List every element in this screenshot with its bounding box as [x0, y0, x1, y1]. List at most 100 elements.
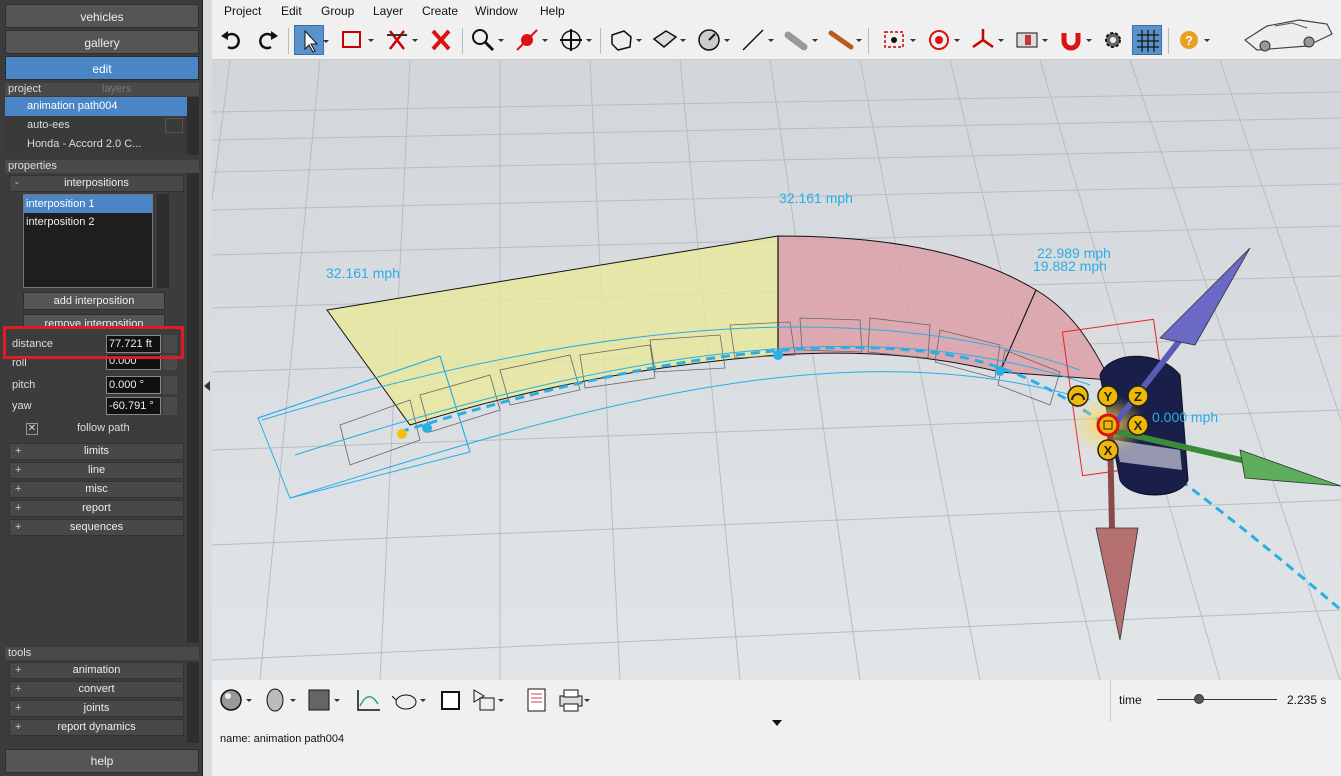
help-button[interactable]: help [5, 749, 199, 773]
undo-icon[interactable] [217, 25, 247, 55]
project-item[interactable]: animation path004 [5, 97, 199, 116]
shading-sphere-icon[interactable] [218, 686, 252, 714]
viewport-icon[interactable] [1012, 25, 1048, 55]
group-limits[interactable]: + limits [9, 443, 184, 460]
project-item[interactable]: auto-ees [5, 116, 199, 135]
tab-project[interactable]: project [8, 83, 102, 96]
3d-viewport[interactable]: Y Z X X 32.161 mph 32.161 mph 22.989 mph… [212, 60, 1341, 680]
gallery-button[interactable]: gallery [5, 30, 199, 54]
pitch-spinner[interactable] [163, 376, 177, 394]
target-icon[interactable] [924, 25, 960, 55]
play-sequence-icon[interactable] [470, 686, 504, 714]
menu-project[interactable]: Project [224, 4, 261, 18]
head-model-icon[interactable] [262, 686, 296, 714]
help-question-icon[interactable]: ? [1174, 25, 1210, 55]
yaw-field[interactable]: -60.791 ° [106, 397, 161, 415]
properties-scrollbar[interactable] [187, 173, 199, 643]
menu-create[interactable]: Create [422, 4, 458, 18]
tool-convert[interactable]: + convert [9, 681, 184, 698]
tab-layers[interactable]: layers [102, 83, 196, 96]
project-scrollbar[interactable] [187, 97, 199, 155]
move-icon[interactable] [556, 25, 592, 55]
menu-layer[interactable]: Layer [373, 4, 403, 18]
menu-window[interactable]: Window [475, 4, 518, 18]
settings-gear-icon[interactable] [1098, 25, 1128, 55]
gizmo-rotate-handle[interactable] [1067, 385, 1089, 407]
follow-path-checkbox[interactable]: ✕ [26, 423, 38, 435]
time-slider-thumb[interactable] [1194, 694, 1204, 704]
list-item[interactable]: interposition 1 [24, 195, 152, 213]
report-document-icon[interactable] [522, 686, 552, 714]
project-item[interactable]: Honda - Accord 2.0 C... [5, 135, 199, 154]
line-icon[interactable] [738, 25, 774, 55]
list-item[interactable]: interposition 2 [24, 213, 152, 231]
path-node[interactable] [773, 350, 783, 360]
cube-icon[interactable] [606, 25, 642, 55]
menu-edit[interactable]: Edit [281, 4, 302, 18]
zoom-icon[interactable] [468, 25, 504, 55]
yaw-spinner[interactable] [163, 397, 177, 415]
path-node[interactable] [422, 423, 432, 433]
graph-icon[interactable] [354, 686, 384, 714]
interposition-scrollbar[interactable] [157, 194, 169, 288]
logo-car-sketch [1237, 2, 1337, 60]
tools-scrollbar[interactable] [187, 662, 199, 743]
delete-icon[interactable] [426, 25, 456, 55]
group-label: limits [83, 445, 110, 457]
tool-label: report dynamics [57, 721, 136, 733]
magnet-icon[interactable] [1056, 25, 1092, 55]
collapse-icon: - [15, 177, 19, 189]
path-start-point[interactable] [397, 429, 407, 439]
menu-group[interactable]: Group [321, 4, 354, 18]
gauge-icon[interactable] [694, 25, 730, 55]
speed-label: 0.000 mph [1152, 409, 1218, 425]
color-swatch-icon[interactable] [306, 686, 340, 714]
speed-label: 19.882 mph [1033, 258, 1107, 274]
edit-button[interactable]: edit [5, 56, 199, 80]
cylinder-icon[interactable] [782, 25, 818, 55]
pan-point-icon[interactable] [512, 25, 548, 55]
expand-icon: + [15, 521, 22, 533]
pitch-field[interactable]: 0.000 ° [106, 376, 161, 394]
tool-animation[interactable]: + animation [9, 662, 184, 679]
group-sequences[interactable]: + sequences [9, 519, 184, 536]
project-tabs: project layers [5, 83, 199, 96]
select-arrow-icon[interactable] [294, 25, 329, 55]
path-node[interactable] [995, 366, 1005, 376]
yaw-label: yaw [12, 400, 32, 412]
properties-panel: - interpositions interposition 1 interpos… [5, 173, 199, 643]
tools-panel: + animation + convert + joints + report dyna… [5, 647, 199, 743]
interposition-list: interposition 1 interposition 2 [23, 194, 153, 288]
pitch-row: pitch 0.000 ° [5, 375, 185, 395]
tool-joints[interactable]: + joints [9, 700, 184, 717]
collapse-panel-icon[interactable] [204, 381, 210, 391]
cut-icon[interactable] [382, 25, 418, 55]
roller-icon[interactable] [826, 25, 862, 55]
group-misc[interactable]: + misc [9, 481, 184, 498]
box-select-icon[interactable] [338, 25, 374, 55]
frame-square-icon[interactable] [436, 686, 466, 714]
toolbar-separator [1168, 28, 1169, 54]
add-interposition-button[interactable]: add interposition [23, 292, 165, 310]
expand-icon: + [15, 502, 22, 514]
redo-icon[interactable] [252, 25, 282, 55]
gizmo-z-label: Z [1134, 389, 1142, 404]
printer-icon[interactable] [556, 686, 590, 714]
teapot-icon[interactable] [391, 686, 426, 714]
tool-report-dynamics[interactable]: + report dynamics [9, 719, 184, 736]
menu-help[interactable]: Help [540, 4, 565, 18]
expand-timeline-icon[interactable] [772, 720, 782, 726]
group-line[interactable]: + line [9, 462, 184, 479]
group-interpositions[interactable]: - interpositions [9, 175, 184, 192]
vehicles-button[interactable]: vehicles [5, 4, 199, 28]
group-report[interactable]: + report [9, 500, 184, 517]
surface-icon[interactable] [650, 25, 686, 55]
time-label: time [1119, 693, 1142, 707]
grid-icon[interactable] [1132, 25, 1162, 55]
camera-frame-icon[interactable] [880, 25, 916, 55]
time-slider-track[interactable] [1157, 699, 1277, 700]
follow-path-label: follow path [77, 422, 130, 434]
axes-icon[interactable] [968, 25, 1004, 55]
visibility-box[interactable] [165, 118, 183, 133]
tool-label: animation [72, 664, 121, 676]
